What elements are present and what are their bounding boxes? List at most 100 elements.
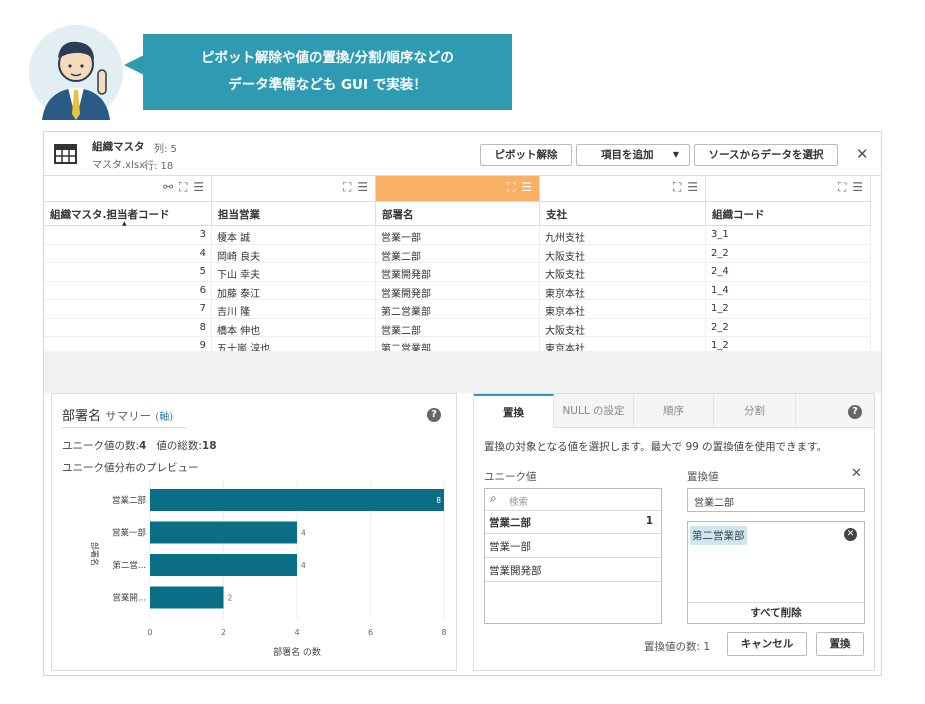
x-tick-label: 6 [368,628,373,637]
search-placeholder: 検索 [509,497,529,508]
add-item-label: 項目を追加 [601,149,654,161]
preview-label: ユニーク値分布のプレビュー [62,462,199,474]
column-tools-1[interactable]: ⚯ ⛶ ☰ [44,176,212,202]
total-count: 18 [201,440,217,452]
help-icon[interactable]: ? [427,408,441,422]
table-cell: 岡崎 良夫 [212,244,376,263]
axis-tag: (軸) [155,412,174,423]
unique-count-row: ユニーク値の数:4 値の総数:18 [62,438,217,453]
table-cell: 9 [44,337,212,351]
table-cell: 3_1 [706,226,871,245]
close-icon[interactable]: ✕ [851,466,862,481]
replace-description: 置換の対象となる値を選択します。最大で 99 の置換値を使用できます。 [484,441,828,453]
tab-help-area: ? [796,394,874,428]
replace-count: 置換値の数: 1 [644,639,710,654]
bar [150,554,297,576]
table-cell: 1_4 [706,281,871,300]
dataset-column-count: 列: 5 [154,144,177,155]
column-header[interactable]: 支社 [540,202,706,226]
unique-value-label: 営業二部 [489,517,531,529]
search-icon: ⌕ [490,491,497,505]
data-label: 4 [301,561,306,570]
unique-value-label: 営業一部 [489,541,531,553]
tab-split[interactable]: 分割 [714,394,796,428]
y-tick-label: 営業一部 [112,528,147,539]
banner-line-2: データ準備なども GUI で実装！ [228,77,427,93]
column-menu-icon[interactable]: ⛶ ☰ [673,180,699,195]
divider-area [44,351,881,393]
y-tick-label: 第二営... [112,560,146,571]
y-axis-label: 部署名 [90,542,100,566]
column-menu-icon[interactable]: ⛶ ☰ [343,180,369,195]
table-cell: 九州支社 [540,226,706,245]
table-cell: 2_4 [706,263,871,282]
y-tick-label: 営業開... [112,593,146,604]
x-tick-label: 8 [441,628,446,637]
delete-all-button[interactable]: すべて削除 [688,602,864,624]
replace-count-label: 置換値の数: [644,641,701,653]
table-cell: 営業開発部 [376,281,540,300]
unique-value-count: 1 [645,515,653,527]
table-cell: 大阪支社 [540,318,706,337]
table-cell: 営業一部 [376,226,540,245]
tab-null-setting[interactable]: NULL の設定 [554,394,634,428]
table-cell: 第二営業部 [376,300,540,319]
replace-button[interactable]: 置換 [816,632,864,656]
column-header[interactable]: 組織マスタ.担当者コード ▲ [44,202,212,227]
unique-value-item[interactable]: 営業二部 1 [485,511,661,534]
column-tools-5[interactable]: ⛶ ☰ [706,176,871,202]
data-label: 2 [228,594,233,603]
x-axis-label: 部署名 の数 [273,646,321,658]
table-cell: 加藤 泰江 [212,281,376,300]
table-cell: 橋本 伸也 [212,318,376,337]
total-label: 値の総数: [156,440,202,452]
column-menu-icon[interactable]: ⛶ ☰ [838,180,864,195]
tab-replace[interactable]: 置換 [474,394,554,428]
search-box[interactable]: ⌕ 検索 [485,489,661,511]
table-cell: 営業二部 [376,244,540,263]
bar [150,521,297,544]
column-menu-icon[interactable]: ⛶ ☰ [507,180,533,195]
column-tools-4[interactable]: ⛶ ☰ [540,176,706,202]
tab-order[interactable]: 順序 [634,394,714,428]
x-tick-label: 2 [221,628,226,637]
table-cell: 東京本社 [540,281,706,300]
callout-banner: ピボット解除や値の置換/分割/順序などの データ準備なども GUI で実装！ [143,34,512,110]
remove-icon[interactable]: ✕ [844,528,857,541]
banner-pointer [124,55,144,75]
replace-value-chip[interactable]: 第二営業部 [690,526,747,545]
table-cell: 大阪支社 [540,244,706,263]
table-cell: 第二営業部 [376,337,540,351]
unique-count: 4 [139,440,147,452]
select-source-button[interactable]: ソースからデータを選択 [694,144,838,166]
chevron-down-icon: ▼ [672,150,679,159]
column-tools-3-selected[interactable]: ⛶ ☰ [376,176,540,202]
replace-count-value: 1 [703,641,711,653]
unique-value-item[interactable]: 営業開発部 [485,559,661,582]
column-header[interactable]: 部署名 [376,202,540,226]
unique-label: ユニーク値の数: [62,440,140,452]
replace-input[interactable]: 営業二部 [687,488,865,512]
column-tools-2[interactable]: ⛶ ☰ [212,176,376,202]
unique-value-item[interactable]: 営業一部 [485,535,661,558]
help-icon[interactable]: ? [848,405,862,419]
column-header[interactable]: 担当営業 [212,202,376,226]
dataset-name: 組織マスタ [92,141,145,153]
table-cell: 大阪支社 [540,263,706,282]
column-header[interactable]: 組織コード [706,202,871,226]
add-item-button[interactable]: 項目を追加 ▼ [576,144,690,166]
table-cell: 吉川 隆 [212,300,376,319]
cancel-button[interactable]: キャンセル [727,632,807,656]
table-cell: 下山 幸夫 [212,263,376,282]
x-tick-label: 4 [294,628,299,637]
table-cell: 8 [44,318,212,337]
unpivot-button[interactable]: ピボット解除 [480,144,572,166]
summary-card: 部署名 サマリー (軸) ? ユニーク値の数:4 値の総数:18 ユニーク値分布… [51,393,457,671]
column-label: 組織マスタ.担当者コード [50,209,170,221]
close-icon[interactable]: ✕ [856,145,869,163]
table-cell: 6 [44,281,212,300]
column-menu-icon[interactable]: ⚯ ⛶ ☰ [163,180,205,195]
table-cell: 榎本 誠 [212,226,376,245]
table-cell: 3 [44,226,212,245]
data-grid: ⚯ ⛶ ☰ ⛶ ☰ ⛶ ☰ ⛶ ☰ ⛶ ☰ 組織マスタ.担当者コード ▲ 担当営業… [44,176,881,351]
